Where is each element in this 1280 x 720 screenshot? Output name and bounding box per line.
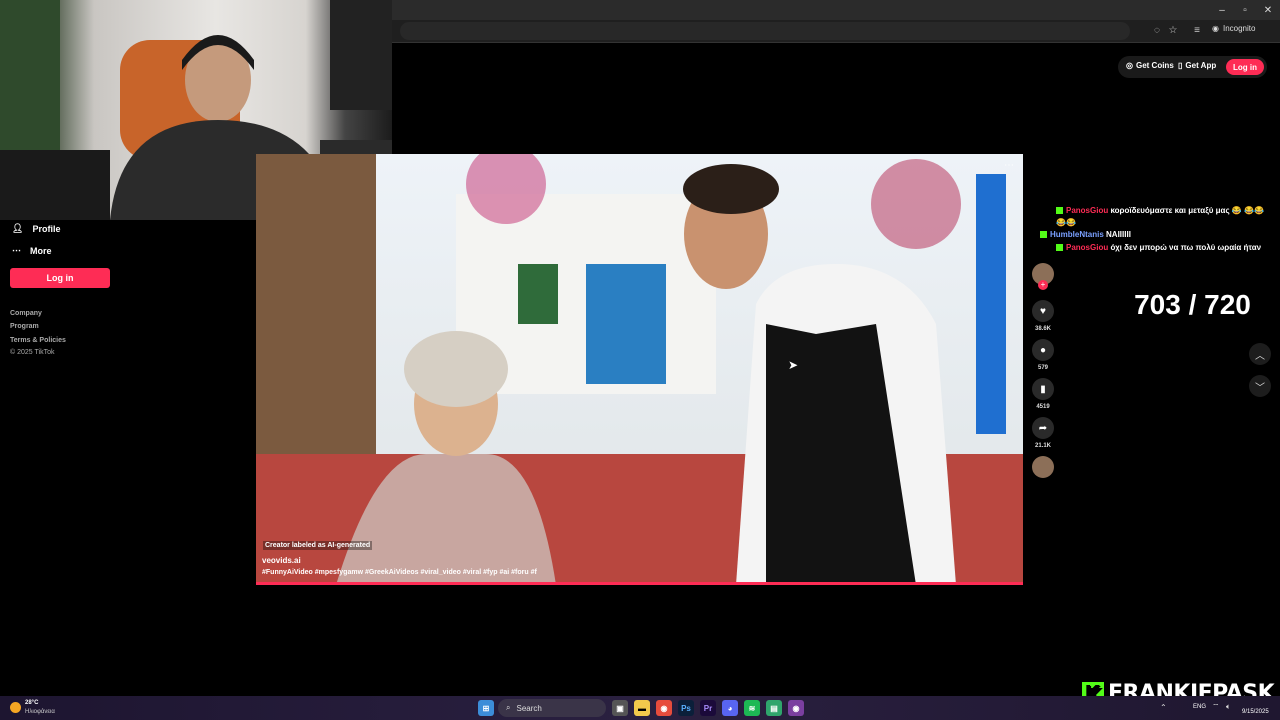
share-count: 21.1K <box>1034 443 1051 449</box>
sidebar-item-more[interactable]: ⋯ More <box>12 245 52 256</box>
app-icon[interactable]: ▤ <box>766 700 782 716</box>
tray-overflow-icon[interactable]: ⌃ <box>1160 703 1167 712</box>
close-button[interactable]: ✕ <box>1256 0 1280 20</box>
waiter-hair <box>683 164 779 214</box>
chrome-incognito-icon[interactable]: ◉ <box>788 700 804 716</box>
bougainvillea-right <box>871 159 961 249</box>
green-window <box>518 264 558 324</box>
heart-icon: ♥ <box>1040 305 1046 317</box>
coin-icon: ◎ <box>1126 61 1133 70</box>
sidebar-login-button[interactable]: Log in <box>10 268 110 288</box>
copyright: © 2025 TikTok <box>10 349 55 356</box>
get-app-label: Get App <box>1185 61 1217 70</box>
incognito-label: Incognito <box>1222 24 1256 33</box>
wifi-icon[interactable]: ⌔ <box>1212 702 1220 712</box>
footer-company-link[interactable]: Company <box>10 310 42 317</box>
get-coins-button[interactable]: ◎ Get Coins <box>1126 61 1174 70</box>
video-author[interactable]: veovids.ai <box>262 556 301 565</box>
sidebar-item-label: More <box>30 245 52 256</box>
more-icon: ⋯ <box>12 245 21 255</box>
chat-message: PanosGiou όχι δεν μπορώ να πω πολύ ωραία… <box>1056 242 1271 254</box>
chat-username: PanosGiou <box>1066 243 1109 252</box>
like-button[interactable]: ♥ <box>1032 300 1054 322</box>
weather-temp[interactable]: 28°C <box>25 700 38 706</box>
acoustic-panel <box>330 0 392 110</box>
windows-start-icon[interactable]: ⊞ <box>478 700 494 716</box>
sun-icon <box>10 702 21 713</box>
bookmark-icon: ▮ <box>1040 383 1046 395</box>
task-view-icon[interactable]: ▣ <box>612 700 628 716</box>
comment-icon: ● <box>1039 344 1047 356</box>
person-icon: 👤︎ <box>12 223 24 233</box>
taskbar-search[interactable]: ⌕ Search <box>498 699 606 717</box>
header-login-button[interactable]: Log in <box>1226 59 1264 75</box>
follow-plus-icon[interactable]: + <box>1038 280 1048 290</box>
ai-generated-label: Creator labeled as AI-generated <box>263 541 373 550</box>
kick-badge-icon <box>1056 244 1063 252</box>
incognito-icon: ◉ <box>1212 24 1219 33</box>
chrome-icon[interactable]: ◉ <box>656 700 672 716</box>
language-indicator[interactable]: ENG <box>1193 704 1206 710</box>
get-coins-label: Get Coins <box>1135 61 1174 70</box>
footer-terms-link[interactable]: Terms & Policies <box>10 337 66 344</box>
taskbar-date[interactable]: 9/15/2025 <box>1242 709 1269 715</box>
photoshop-icon[interactable]: Ps <box>678 700 694 716</box>
blue-pillar <box>976 174 1006 434</box>
video-progress-bar[interactable] <box>256 582 1023 585</box>
like-count: 38.6K <box>1034 326 1051 332</box>
file-explorer-icon[interactable]: ▬ <box>634 700 650 716</box>
bookmark-star-icon[interactable]: ☆ <box>1166 24 1180 38</box>
search-label: Search <box>516 703 542 713</box>
chevron-down-icon: ﹀ <box>1255 382 1265 394</box>
plant-wall <box>0 0 60 150</box>
sidebar-item-label: Profile <box>32 223 61 234</box>
previous-video-button[interactable]: ︿ <box>1249 343 1271 365</box>
eye-off-icon[interactable]: ◌ <box>1150 24 1164 38</box>
incognito-indicator[interactable]: ◉ Incognito <box>1212 24 1255 33</box>
chat-text: όχι δεν μπορώ να πω πολύ ωραία ήταν <box>1110 243 1262 252</box>
music-disc-avatar[interactable] <box>1032 456 1054 478</box>
reading-list-icon[interactable]: ≡ <box>1190 24 1204 38</box>
chevron-up-icon: ︿ <box>1255 350 1265 362</box>
mouse-cursor: ➤ <box>788 358 799 372</box>
minimize-button[interactable]: – <box>1210 0 1234 20</box>
premiere-icon[interactable]: Pr <box>700 700 716 716</box>
video-player[interactable] <box>256 154 1023 585</box>
save-button[interactable]: ▮ <box>1032 378 1054 400</box>
sidebar-item-profile[interactable]: 👤︎ Profile <box>12 223 60 234</box>
share-button[interactable]: ➦ <box>1032 417 1054 439</box>
chat-username: PanosGiou <box>1066 206 1109 215</box>
next-video-button[interactable]: ﹀ <box>1249 375 1271 397</box>
get-app-button[interactable]: ▯ Get App <box>1178 61 1216 70</box>
weather-desc: Ηλιοφάνεια <box>25 709 55 715</box>
share-icon: ➦ <box>1038 422 1048 434</box>
desk <box>0 150 110 220</box>
browser-titlebar <box>392 0 1280 20</box>
kick-badge-icon <box>1056 207 1063 215</box>
stream-counter: 703 / 720 <box>1134 289 1251 320</box>
comment-button[interactable]: ● <box>1032 339 1054 361</box>
volume-icon[interactable]: 🔈︎ <box>1226 702 1231 712</box>
search-icon: ⌕ <box>506 703 511 712</box>
spotify-icon[interactable]: ≋ <box>744 700 760 716</box>
chat-message: HumbleNtanis ΝΑΙΙΙΙΙΙ <box>1040 229 1255 241</box>
chat-text: ΝΑΙΙΙΙΙΙ <box>1106 230 1131 239</box>
video-options-icon[interactable]: ⋯ <box>1004 160 1014 171</box>
footer-program-link[interactable]: Program <box>10 323 39 330</box>
kick-badge-icon <box>1040 231 1047 239</box>
blue-door <box>586 264 666 384</box>
video-frame <box>256 154 1023 585</box>
phone-icon: ▯ <box>1178 61 1183 70</box>
discord-icon[interactable]: ◕ <box>722 700 738 716</box>
address-bar[interactable] <box>400 22 1130 40</box>
maximize-button[interactable]: ▫ <box>1233 0 1257 20</box>
chat-username: HumbleNtanis <box>1050 230 1104 239</box>
video-hashtags[interactable]: #FunnyAiVideo #mpesfygamw #GreekAiVideos… <box>262 569 537 576</box>
comment-count: 579 <box>1037 365 1048 371</box>
woman-hair <box>404 331 508 407</box>
save-count: 4519 <box>1036 404 1050 410</box>
chat-message: PanosGiou κοροϊδευόμαστε και μεταξύ μας … <box>1056 205 1271 229</box>
